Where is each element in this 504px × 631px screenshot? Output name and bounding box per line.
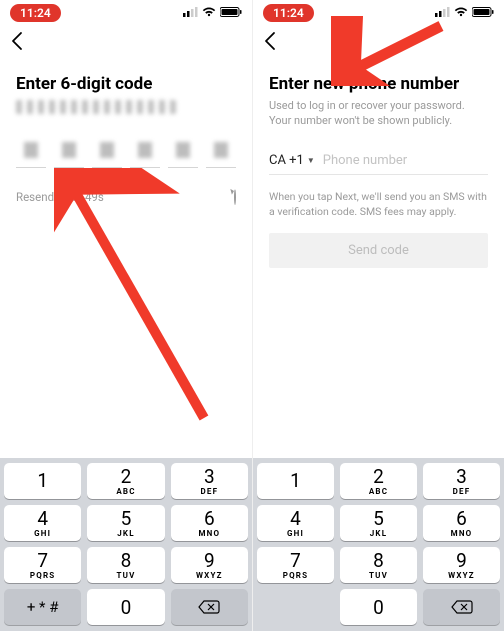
wifi-icon	[202, 6, 216, 20]
right-content: Enter new phone number Used to log in or…	[253, 60, 504, 458]
code-slot-5[interactable]	[168, 138, 198, 168]
key-1[interactable]: 1	[257, 463, 334, 499]
numeric-keypad: 1 2ABC 3DEF 4GHI 5JKL 6MNO 7PQRS 8TUV 9W…	[253, 458, 504, 631]
left-screen: 11:24 Enter 6-digit code	[0, 0, 252, 631]
status-icons	[435, 6, 494, 20]
nav-row	[0, 26, 252, 60]
back-button[interactable]	[263, 31, 277, 56]
key-5[interactable]: 5JKL	[87, 505, 164, 541]
key-6[interactable]: 6MNO	[171, 505, 248, 541]
key-0[interactable]: 0	[340, 589, 417, 625]
status-bar: 11:24	[0, 0, 252, 26]
key-blank	[257, 589, 334, 625]
phone-number-input[interactable]: Phone number	[323, 153, 407, 168]
time-pill: 11:24	[263, 4, 314, 22]
key-4[interactable]: 4GHI	[257, 505, 334, 541]
key-2[interactable]: 2ABC	[340, 463, 417, 499]
sms-note: When you tap Next, we'll send you an SMS…	[269, 189, 488, 219]
key-3[interactable]: 3DEF	[423, 463, 500, 499]
key-7[interactable]: 7PQRS	[257, 547, 334, 583]
key-0[interactable]: 0	[87, 589, 164, 625]
annotation-arrow-left	[54, 168, 224, 428]
signal-icon	[435, 6, 450, 20]
chevron-down-icon: ▼	[307, 156, 315, 165]
battery-icon	[472, 6, 494, 20]
key-backspace[interactable]	[171, 589, 248, 625]
code-slot-3[interactable]	[92, 138, 122, 168]
code-slot-4[interactable]	[130, 138, 160, 168]
page-title: Enter 6-digit code	[16, 74, 236, 94]
key-6[interactable]: 6MNO	[423, 505, 500, 541]
status-bar: 11:24	[253, 0, 504, 26]
key-7[interactable]: 7PQRS	[4, 547, 81, 583]
reload-button[interactable]	[234, 190, 236, 204]
key-4[interactable]: 4GHI	[4, 505, 81, 541]
signal-icon	[183, 6, 198, 20]
key-1[interactable]: 1	[4, 463, 81, 499]
key-5[interactable]: 5JKL	[340, 505, 417, 541]
left-content: Enter 6-digit code Resend code 49s	[0, 60, 252, 458]
time-pill: 11:24	[10, 4, 61, 22]
key-symbols[interactable]: + * #	[4, 589, 81, 625]
code-input-row	[16, 138, 236, 168]
resend-label: Resend code 49s	[16, 190, 104, 204]
reload-icon	[234, 189, 236, 205]
backspace-icon	[198, 600, 220, 614]
code-slot-6[interactable]	[206, 138, 236, 168]
key-8[interactable]: 8TUV	[340, 547, 417, 583]
page-title: Enter new phone number	[269, 74, 488, 94]
code-slot-1[interactable]	[16, 138, 46, 168]
key-backspace[interactable]	[423, 589, 500, 625]
battery-icon	[220, 6, 242, 20]
resend-row: Resend code 49s	[16, 190, 236, 204]
key-9[interactable]: 9WXYZ	[423, 547, 500, 583]
backspace-icon	[451, 600, 473, 614]
numeric-keypad: 1 2ABC 3DEF 4GHI 5JKL 6MNO 7PQRS 8TUV 9W…	[0, 458, 252, 631]
send-code-button[interactable]: Send code	[269, 233, 488, 268]
page-subtitle: Used to log in or recover your password.…	[269, 98, 488, 129]
phone-input-row: CA +1 ▼ Phone number	[269, 153, 488, 175]
right-screen: 11:24 Enter new phone number Used to log…	[252, 0, 504, 631]
nav-row	[253, 26, 504, 60]
code-slot-2[interactable]	[54, 138, 84, 168]
wifi-icon	[454, 6, 468, 20]
back-button[interactable]	[10, 31, 24, 56]
resend-timer: 49s	[85, 190, 104, 204]
key-9[interactable]: 9WXYZ	[171, 547, 248, 583]
key-8[interactable]: 8TUV	[87, 547, 164, 583]
country-code-selector[interactable]: CA +1 ▼	[269, 153, 315, 168]
status-icons	[183, 6, 242, 20]
blurred-subtitle	[16, 100, 176, 114]
key-2[interactable]: 2ABC	[87, 463, 164, 499]
key-3[interactable]: 3DEF	[171, 463, 248, 499]
